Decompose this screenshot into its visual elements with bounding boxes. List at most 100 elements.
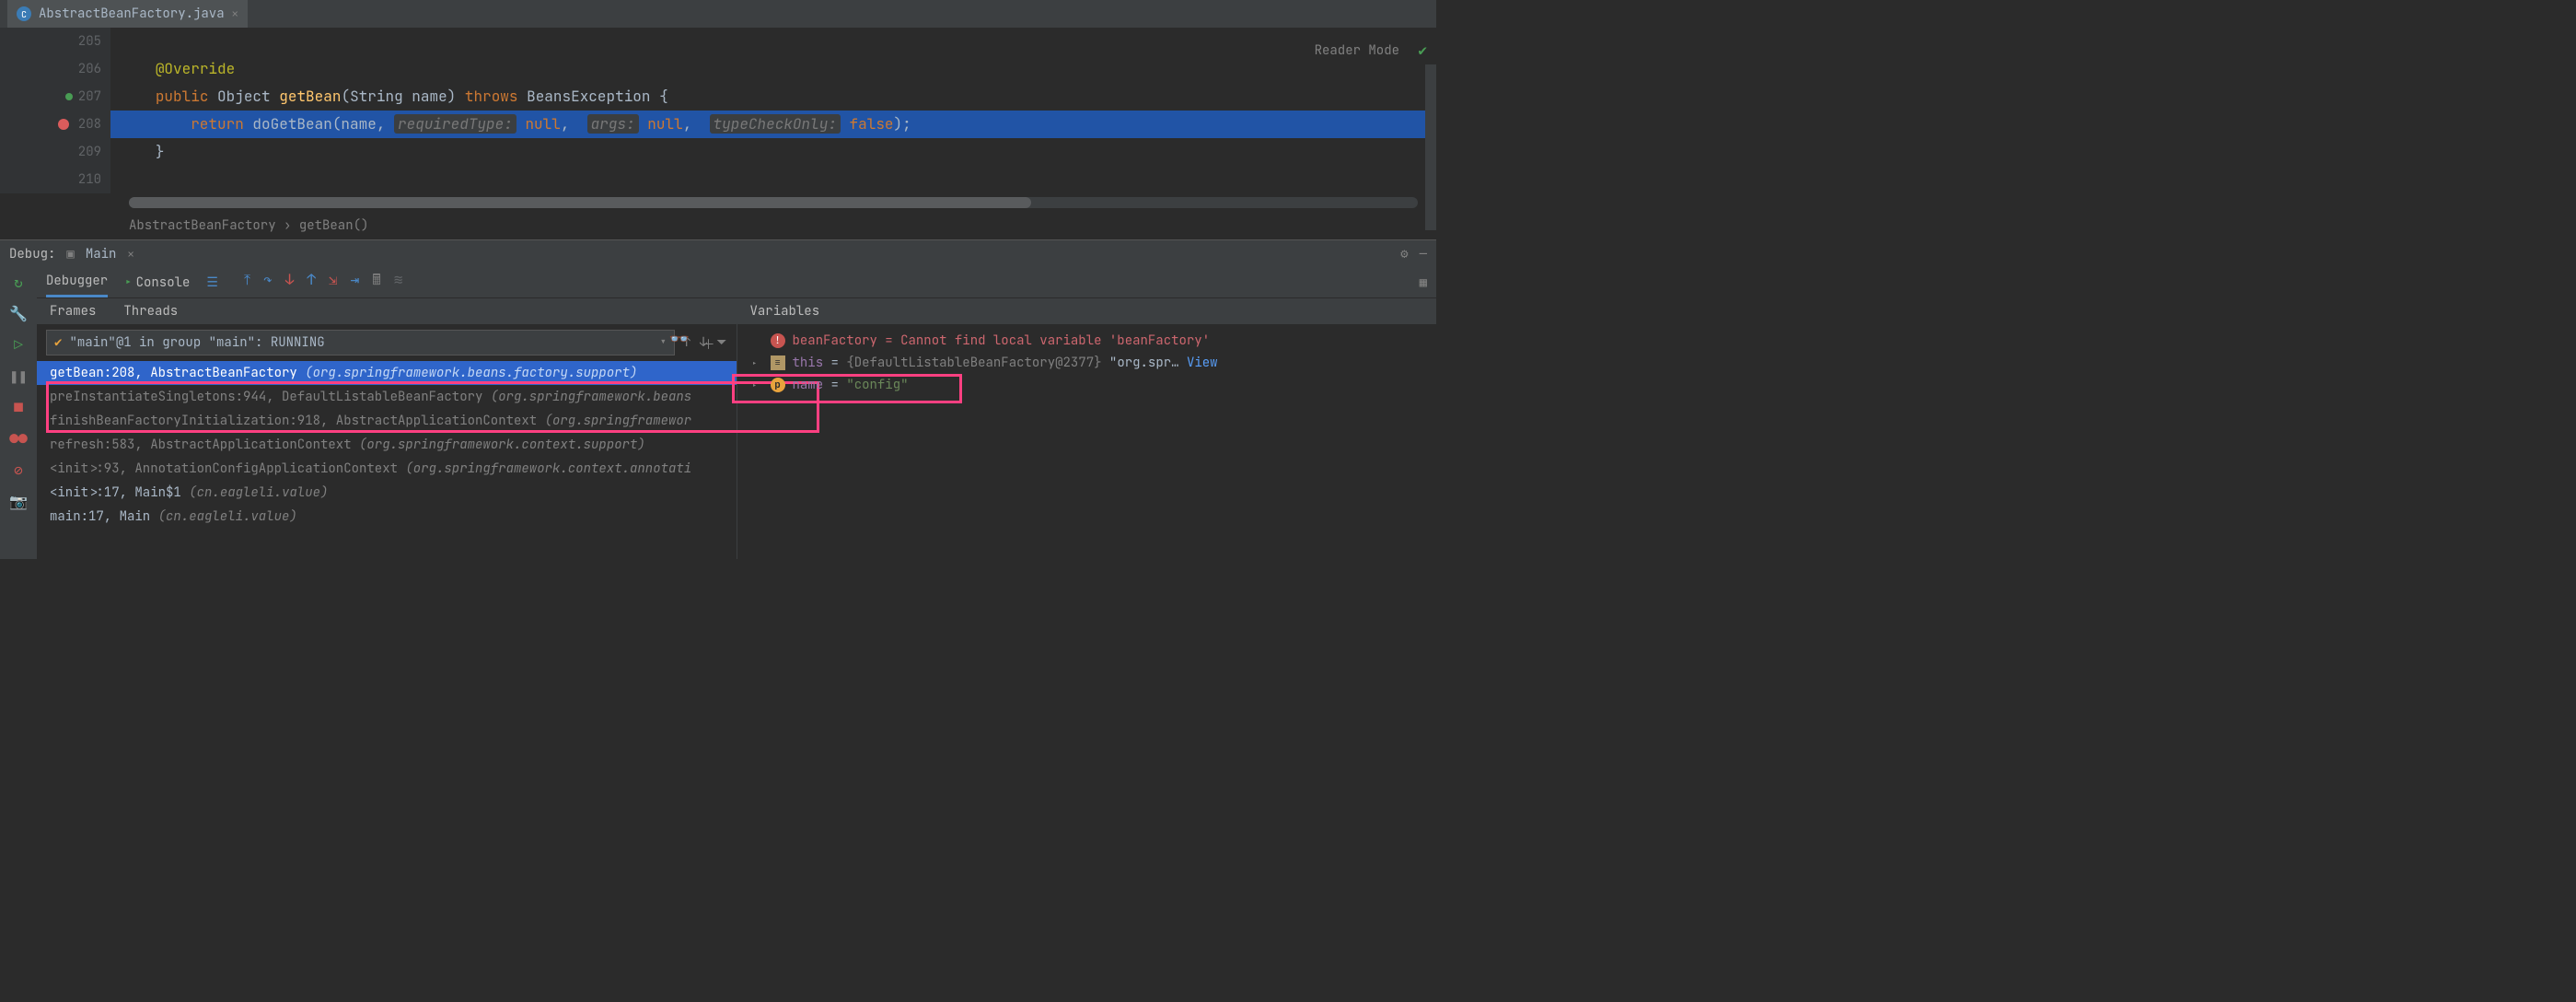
show-execution-point-icon[interactable]: ⤒ xyxy=(244,270,250,295)
parameter-icon: p xyxy=(771,378,785,392)
mute-breakpoints-icon[interactable]: ⊘ xyxy=(9,460,28,479)
variable-row[interactable]: ! beanFactory = Cannot find local variab… xyxy=(747,330,1428,352)
line-number: 208 xyxy=(78,111,101,138)
var-name: beanFactory xyxy=(793,332,877,349)
horizontal-scrollbar[interactable] xyxy=(129,197,1418,208)
frame-package: (org.springframework.beans.factory.suppo… xyxy=(305,365,637,381)
add-watch-icon[interactable]: ＋ xyxy=(702,335,715,354)
frame-method: preInstantiateSingletons:944, DefaultLis… xyxy=(50,389,482,405)
punct: ); xyxy=(894,114,911,134)
method-name: getBean xyxy=(279,87,341,106)
thread-selector-label: "main"@1 in group "main": RUNNING xyxy=(69,334,324,351)
layout-icon[interactable]: ▦ xyxy=(1420,274,1427,291)
class-file-icon: C xyxy=(17,6,31,21)
step-toolbar: ⤒ ↷ ↓ ↑ ⇲ ⇥ 🖩 ≋ xyxy=(244,270,402,295)
inlay-hint: typeCheckOnly: xyxy=(710,114,841,134)
breadcrumb-method[interactable]: getBean() xyxy=(299,217,369,234)
close-icon[interactable]: ✕ xyxy=(232,6,238,21)
var-value: Cannot find local variable 'beanFactory' xyxy=(900,332,1210,349)
watches-icon[interactable]: 👓 xyxy=(669,329,690,350)
gear-icon[interactable]: ⚙ xyxy=(1400,246,1408,262)
file-tab[interactable]: C AbstractBeanFactory.java ✕ xyxy=(7,0,248,28)
editor-scrollbar-strip[interactable] xyxy=(1425,64,1436,230)
resume-icon[interactable]: ▷ xyxy=(9,335,28,354)
brace: } xyxy=(156,142,165,161)
keyword: return xyxy=(191,114,244,134)
stack-frame[interactable]: main:17, Main (cn.eagleli.value) xyxy=(37,505,737,529)
variables-pane: ＋ 👓 Variables ! beanFactory = Cannot fin… xyxy=(737,298,1437,559)
threads-icon[interactable]: ☰ xyxy=(206,274,218,291)
punct: ( xyxy=(341,87,350,106)
file-tab-label: AbstractBeanFactory.java xyxy=(39,6,225,22)
stack-frame[interactable]: <init>:93, AnnotationConfigApplicationCo… xyxy=(37,457,737,481)
tab-console[interactable]: ▸Console xyxy=(124,269,190,297)
minimize-icon[interactable]: — xyxy=(1420,246,1427,262)
type: String xyxy=(350,87,403,106)
line-number: 207 xyxy=(78,83,101,111)
scrollbar-thumb[interactable] xyxy=(129,197,1031,208)
modify-run-icon[interactable]: 🔧 xyxy=(9,304,28,322)
pause-icon[interactable]: ❚❚ xyxy=(9,367,28,385)
line-number: 210 xyxy=(78,166,101,193)
check-icon: ✔ xyxy=(54,334,62,351)
keyword: null xyxy=(639,114,683,134)
breadcrumb[interactable]: AbstractBeanFactory › getBean() xyxy=(0,212,1436,239)
run-config-name[interactable]: Main xyxy=(86,246,117,262)
console-icon: ▸ xyxy=(124,274,132,291)
force-step-into-icon[interactable]: ⇲ xyxy=(329,270,338,295)
breakpoint-icon[interactable] xyxy=(58,119,69,130)
frame-method: refresh:583, AbstractApplicationContext xyxy=(50,437,352,453)
frames-header: Frames Threads xyxy=(37,298,737,324)
tab-debugger[interactable]: Debugger xyxy=(46,267,108,297)
var-name: this xyxy=(793,355,824,371)
step-into-icon[interactable]: ↓ xyxy=(285,270,295,295)
inlay-hint: requiredType: xyxy=(394,114,516,134)
breadcrumb-sep: › xyxy=(276,217,299,234)
debug-panel-header: Debug: ▣ Main ✕ ⚙ — xyxy=(0,239,1436,267)
error-icon: ! xyxy=(771,333,785,348)
expand-icon[interactable]: ▸ xyxy=(752,379,763,391)
view-link[interactable]: View xyxy=(1187,355,1218,371)
var-value: "org.spr… xyxy=(1109,355,1179,371)
variable-row[interactable]: ▸ p name = "config" xyxy=(747,374,1428,396)
stack-frame[interactable]: <init>:17, Main$1 (cn.eagleli.value) xyxy=(37,481,737,505)
frame-method: <init>:17, Main$1 xyxy=(50,484,181,501)
stack-frame[interactable]: refresh:583, AbstractApplicationContext … xyxy=(37,433,737,457)
thread-selector[interactable]: ✔ "main"@1 in group "main": RUNNING ▾ xyxy=(46,330,675,355)
variables-list[interactable]: ! beanFactory = Cannot find local variab… xyxy=(737,324,1437,402)
view-breakpoints-icon[interactable]: ●● xyxy=(9,429,28,448)
frame-package: (org.springframework.context.support) xyxy=(359,437,645,453)
stack-frame[interactable]: getBean:208, AbstractBeanFactory (org.sp… xyxy=(37,361,737,385)
keyword: throws xyxy=(465,87,518,106)
threads-tab[interactable]: Threads xyxy=(123,303,178,320)
object-icon: ≡ xyxy=(771,355,785,370)
stop-icon[interactable]: ■ xyxy=(9,398,28,416)
code-content[interactable]: Reader Mode ✔ @Override public Object ge… xyxy=(110,28,1436,193)
evaluate-expression-icon[interactable]: 🖩 xyxy=(372,270,381,295)
keyword: null xyxy=(516,114,561,134)
method-call: doGetBean xyxy=(244,114,332,134)
breadcrumb-class[interactable]: AbstractBeanFactory xyxy=(129,217,276,234)
frames-tab[interactable]: Frames xyxy=(50,303,96,320)
stack-frame[interactable]: preInstantiateSingletons:944, DefaultLis… xyxy=(37,385,737,409)
debug-tabs: Debugger ▸Console ☰ ⤒ ↷ ↓ ↑ ⇲ ⇥ 🖩 ≋ ▦ xyxy=(37,267,1436,298)
chevron-down-icon[interactable]: ▾ xyxy=(659,334,667,351)
expand-icon[interactable]: ▸ xyxy=(752,357,763,369)
step-out-icon[interactable]: ↑ xyxy=(307,270,316,295)
inspection-ok-icon[interactable]: ✔ xyxy=(1418,37,1427,64)
punct: , xyxy=(683,114,701,134)
stack-frame[interactable]: finishBeanFactoryInitialization:918, Abs… xyxy=(37,409,737,433)
camera-icon[interactable]: 📷 xyxy=(9,492,28,510)
run-to-cursor-icon[interactable]: ⇥ xyxy=(351,270,360,295)
line-number: 209 xyxy=(78,138,101,166)
frames-pane: Frames Threads ✔ "main"@1 in group "main… xyxy=(37,298,737,559)
rerun-icon[interactable]: ↻ xyxy=(9,273,28,291)
close-icon[interactable]: ✕ xyxy=(127,247,133,262)
trace-icon[interactable]: ≋ xyxy=(394,270,403,295)
step-over-icon[interactable]: ↷ xyxy=(263,270,273,295)
reader-mode-label[interactable]: Reader Mode xyxy=(1315,37,1399,64)
frame-package: (org.springframework.context.annotati xyxy=(405,460,691,477)
variable-row[interactable]: ▸ ≡ this = {DefaultListableBeanFactory@2… xyxy=(747,352,1428,374)
variables-label: Variables xyxy=(750,303,820,320)
frames-list[interactable]: getBean:208, AbstractBeanFactory (org.sp… xyxy=(37,361,737,559)
